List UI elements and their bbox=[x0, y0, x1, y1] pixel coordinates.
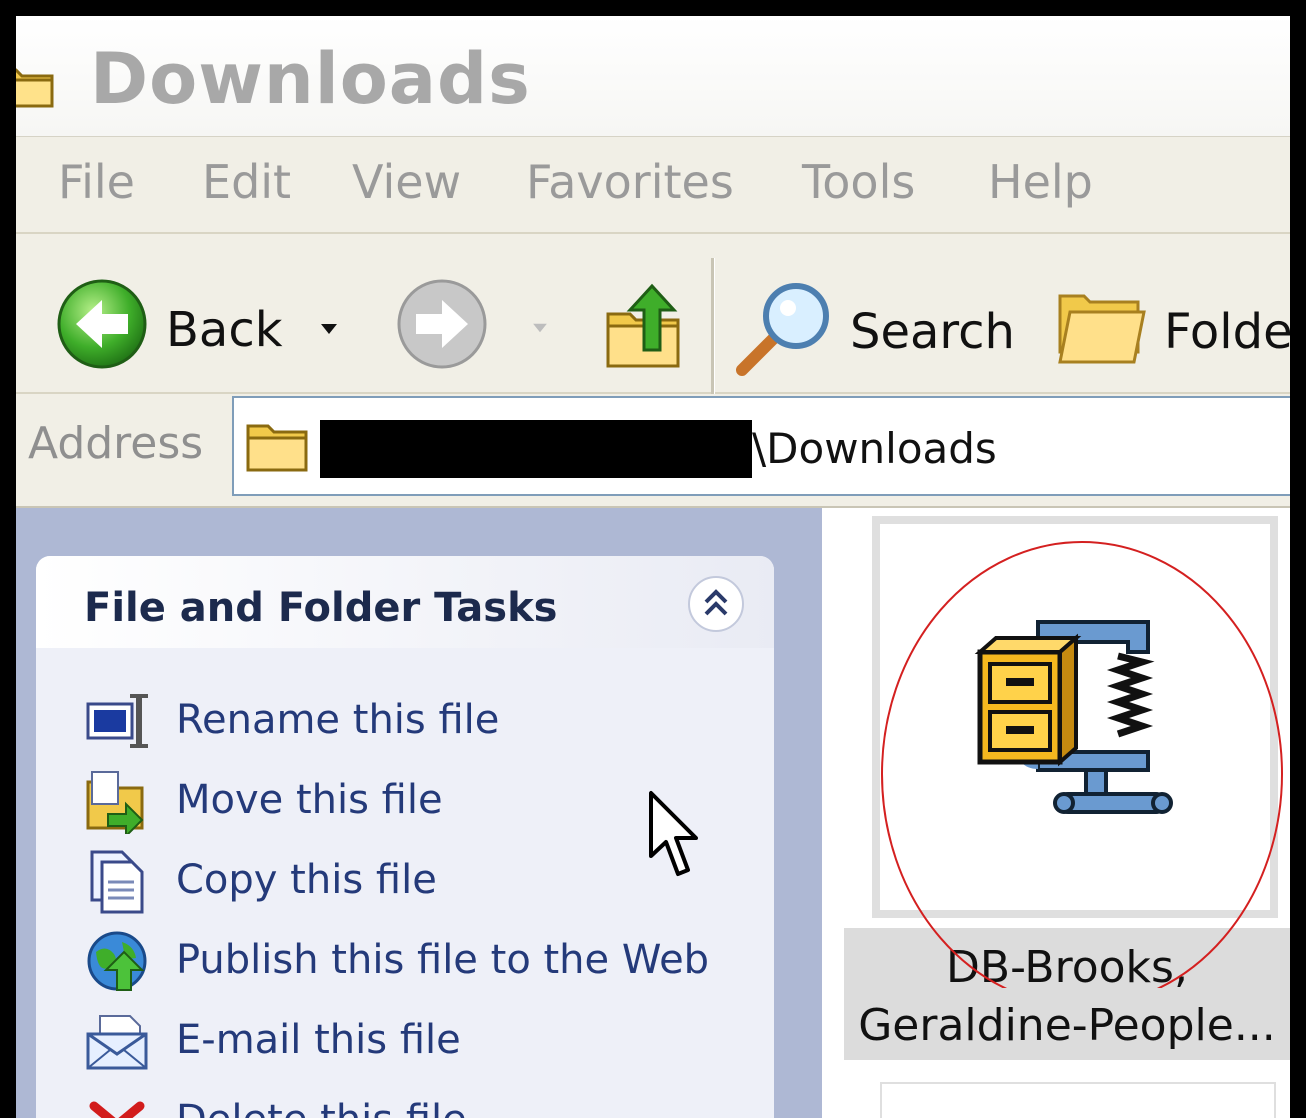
folders-button[interactable]: Folde bbox=[1056, 284, 1290, 384]
menu-file[interactable]: File bbox=[58, 159, 135, 205]
search-button[interactable]: Search bbox=[734, 278, 1015, 378]
title-bar: Downloads bbox=[16, 16, 1290, 137]
task-label: Publish this file to the Web bbox=[176, 937, 710, 983]
task-label: Rename this file bbox=[176, 697, 500, 743]
address-label: Address bbox=[28, 418, 204, 469]
menu-favorites[interactable]: Favorites bbox=[526, 159, 734, 205]
delete-icon bbox=[89, 1101, 145, 1118]
task-email[interactable]: E-mail this file bbox=[84, 1008, 764, 1078]
file-thumbnail[interactable] bbox=[872, 516, 1278, 918]
menu-tools[interactable]: Tools bbox=[802, 159, 915, 205]
menu-edit[interactable]: Edit bbox=[202, 159, 291, 205]
collapse-button[interactable] bbox=[688, 576, 744, 632]
task-label: E-mail this file bbox=[176, 1017, 461, 1063]
back-label: Back bbox=[166, 302, 283, 358]
rename-icon bbox=[86, 694, 148, 748]
search-label: Search bbox=[850, 304, 1015, 360]
panel-body: Rename this file Move this file Copy thi… bbox=[36, 648, 774, 1118]
folders-icon bbox=[1058, 294, 1146, 364]
forward-dropdown-icon[interactable] bbox=[530, 322, 550, 334]
folder-icon bbox=[16, 68, 54, 108]
task-publish[interactable]: Publish this file to the Web bbox=[84, 928, 764, 998]
task-label: Delete this file bbox=[176, 1100, 467, 1118]
panel-title: File and Folder Tasks bbox=[84, 585, 558, 631]
move-icon bbox=[86, 771, 144, 834]
task-rename[interactable]: Rename this file bbox=[84, 688, 764, 758]
task-label: Move this file bbox=[176, 777, 443, 823]
winzip-archive-icon bbox=[974, 620, 1173, 814]
copy-icon bbox=[90, 850, 144, 914]
forward-button[interactable] bbox=[396, 278, 576, 378]
explorer-window: Downloads File Edit View Favorites Tools… bbox=[16, 16, 1290, 1118]
toolbar-separator bbox=[711, 258, 715, 396]
folders-label: Folde bbox=[1164, 304, 1290, 360]
redacted-path bbox=[320, 420, 752, 478]
mouse-cursor-icon bbox=[649, 791, 698, 876]
address-bar: Address \Downloads bbox=[16, 394, 1290, 508]
file-view: DB-Brooks, Geraldine-People... bbox=[822, 508, 1290, 1118]
menu-help[interactable]: Help bbox=[988, 159, 1093, 205]
publish-web-icon bbox=[87, 931, 147, 991]
chevron-up-icon bbox=[704, 589, 728, 616]
next-file-thumbnail[interactable] bbox=[880, 1082, 1276, 1118]
file-name-line2: Geraldine-People... bbox=[858, 1000, 1276, 1051]
folder-icon bbox=[246, 424, 308, 472]
back-dropdown-icon[interactable] bbox=[318, 322, 340, 336]
task-pane: File and Folder Tasks Rename this file M… bbox=[16, 508, 822, 1118]
task-delete[interactable]: Delete this file bbox=[84, 1088, 764, 1118]
search-icon bbox=[736, 283, 829, 376]
menu-view[interactable]: View bbox=[352, 159, 461, 205]
email-icon bbox=[86, 1015, 148, 1070]
file-name-line1: DB-Brooks, bbox=[946, 942, 1188, 993]
back-button[interactable]: Back bbox=[56, 278, 346, 378]
up-folder-icon[interactable] bbox=[604, 280, 684, 372]
back-arrow-icon bbox=[57, 279, 147, 369]
task-label: Copy this file bbox=[176, 857, 437, 903]
forward-arrow-icon bbox=[397, 279, 487, 369]
file-label[interactable]: DB-Brooks, Geraldine-People... bbox=[844, 928, 1290, 1060]
window-title: Downloads bbox=[90, 38, 531, 120]
panel-header[interactable]: File and Folder Tasks bbox=[36, 556, 774, 648]
toolbar: Back Search Folde bbox=[16, 234, 1290, 396]
address-path: \Downloads bbox=[752, 424, 997, 473]
address-field[interactable]: \Downloads bbox=[232, 396, 1290, 496]
menu-bar: File Edit View Favorites Tools Help bbox=[16, 137, 1290, 234]
